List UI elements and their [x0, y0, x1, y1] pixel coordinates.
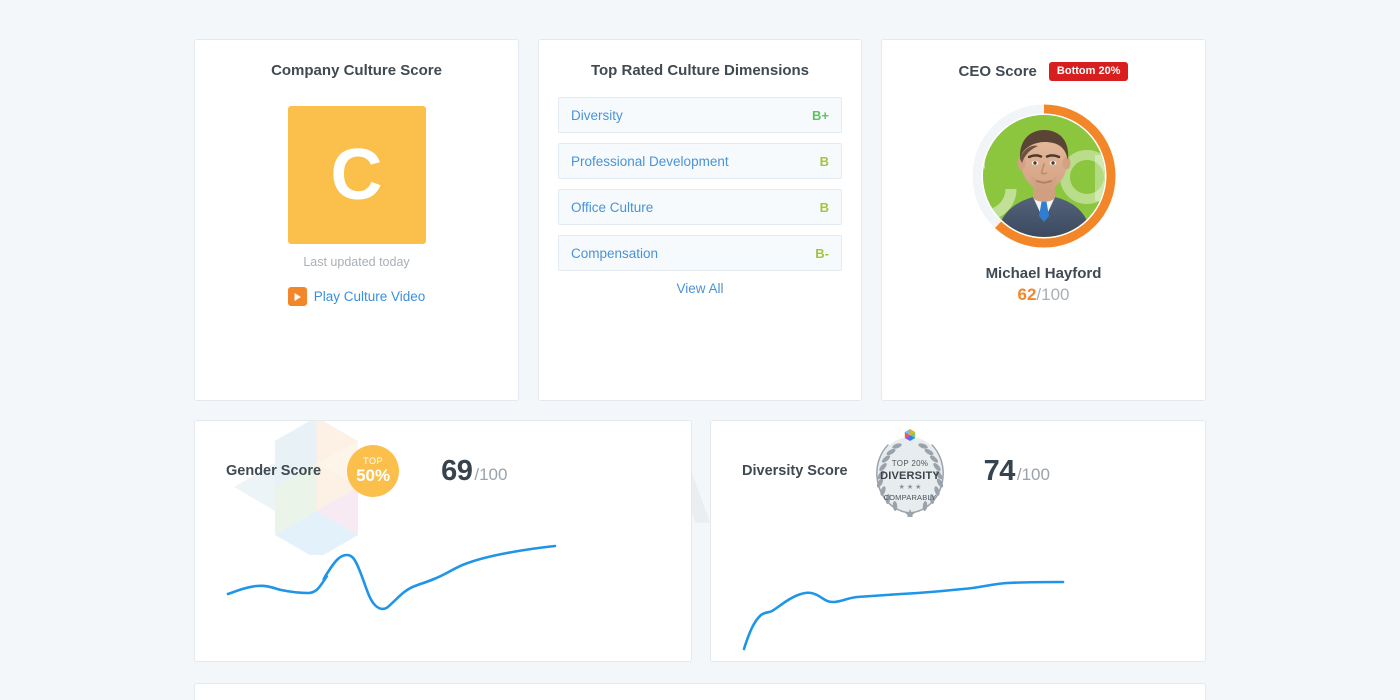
diversity-award-badge: TOP 20% DIVERSITY ★ ★ ★ COMPARABLY	[868, 425, 952, 519]
top-badge-percent: 50%	[356, 465, 391, 485]
dimension-name: Diversity	[571, 107, 623, 123]
ceo-progress-ring	[972, 104, 1115, 248]
svg-text:★ ★ ★: ★ ★ ★	[898, 483, 921, 491]
gender-score-card: Gender Score TOP 50% 69 /100	[194, 420, 692, 662]
dimension-name: Compensation	[571, 245, 659, 261]
play-culture-video-link[interactable]: Play Culture Video	[195, 287, 518, 306]
diversity-score-value: 74 /100	[984, 455, 1050, 488]
dimension-grade: B	[819, 199, 829, 215]
gender-score-sparkline	[226, 544, 557, 611]
dimension-grade: B	[819, 153, 829, 169]
culture-grade-box: C	[287, 106, 426, 244]
diversity-score-number: 74	[983, 454, 1016, 487]
bottom-partial-card	[194, 683, 1206, 700]
ceo-score-denominator: /100	[1036, 285, 1070, 304]
list-item[interactable]: Professional Development B	[558, 143, 842, 179]
ceo-score-value: 62/100	[882, 285, 1205, 305]
last-updated-text: Last updated today	[303, 255, 410, 269]
view-all-link[interactable]: View All	[539, 281, 861, 296]
diversity-score-label: Diversity Score	[742, 463, 848, 479]
gender-score-header: Gender Score TOP 50% 69 /100	[195, 421, 691, 521]
ceo-score-ring	[971, 103, 1117, 249]
culture-grade-letter: C	[330, 135, 383, 215]
company-culture-score-card: Company Culture Score C Last updated tod…	[194, 39, 519, 401]
svg-text:COMPARABLY: COMPARABLY	[883, 493, 936, 502]
ceo-score-number: 62	[1017, 285, 1037, 304]
play-culture-video-label: Play Culture Video	[313, 289, 426, 304]
top-percent-badge: TOP 50%	[347, 445, 400, 497]
status-badge: Bottom 20%	[1048, 62, 1129, 81]
card-title-ceo: CEO Score	[958, 63, 1037, 80]
diversity-score-card: Diversity Score TOP 20% DIVERSITY ★ ★ ★ …	[710, 420, 1206, 662]
dashboard-page: COMPARABLY Company Culture Score C Last …	[0, 0, 1400, 700]
ceo-score-card: CEO Score Bottom 20% Michael Hayford 62/…	[881, 39, 1206, 401]
list-item[interactable]: Compensation B-	[558, 235, 842, 271]
dimension-grade: B+	[812, 107, 829, 123]
play-icon[interactable]	[287, 287, 307, 306]
ceo-name: Michael Hayford	[985, 265, 1102, 282]
gender-score-denominator: /100	[474, 464, 508, 484]
dimension-name: Office Culture	[571, 199, 654, 215]
gender-score-number: 69	[441, 454, 473, 487]
dimension-grade: B-	[815, 245, 829, 261]
list-item[interactable]: Office Culture B	[558, 189, 842, 225]
diversity-score-denominator: /100	[1016, 464, 1050, 484]
gender-score-value: 69 /100	[441, 455, 507, 488]
diversity-score-sparkline	[742, 580, 1065, 651]
svg-text:DIVERSITY: DIVERSITY	[880, 470, 940, 482]
top-rated-culture-dimensions-card: Top Rated Culture Dimensions Diversity B…	[538, 39, 862, 401]
card-title-culture: Company Culture Score	[271, 62, 442, 79]
gender-score-label: Gender Score	[226, 463, 322, 479]
dimensions-list: Diversity B+ Professional Development B …	[539, 97, 861, 271]
ceo-card-header: CEO Score Bottom 20%	[882, 62, 1205, 81]
card-title-dimensions: Top Rated Culture Dimensions	[590, 62, 810, 79]
svg-text:TOP 20%: TOP 20%	[891, 459, 928, 468]
dimension-name: Professional Development	[571, 153, 729, 169]
diversity-score-header: Diversity Score TOP 20% DIVERSITY ★ ★ ★ …	[711, 421, 1205, 521]
list-item[interactable]: Diversity B+	[558, 97, 842, 133]
